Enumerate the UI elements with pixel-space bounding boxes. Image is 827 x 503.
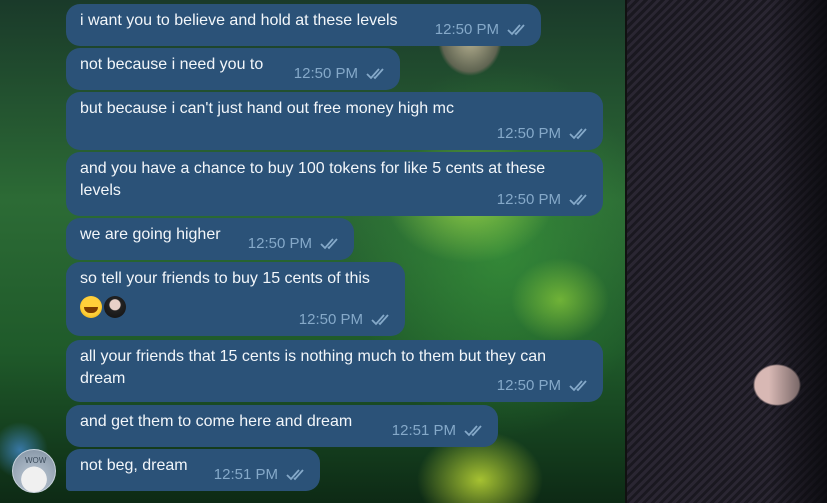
message-text: but because i can't just hand out free m…: [80, 100, 454, 117]
sender-avatar[interactable]: WOW: [12, 449, 56, 493]
message-bubble[interactable]: all your friends that 15 cents is nothin…: [66, 340, 603, 402]
message-bubble[interactable]: so tell your friends to buy 15 cents of …: [66, 262, 405, 336]
message-bubble[interactable]: and you have a chance to buy 100 tokens …: [66, 152, 603, 216]
message-meta: 12:50 PM: [299, 309, 393, 331]
message-bubble[interactable]: not beg, dream 12:51 PM: [66, 449, 320, 491]
message-meta: 12:50 PM: [497, 375, 591, 397]
message-meta: 12:51 PM: [214, 464, 308, 486]
double-check-icon: [366, 68, 384, 80]
message-meta: 12:50 PM: [497, 123, 591, 145]
message-bubble[interactable]: i want you to believe and hold at these …: [66, 4, 541, 46]
message-meta: 12:50 PM: [294, 63, 388, 85]
message-time: 12:51 PM: [391, 422, 456, 439]
message-time: 12:50 PM: [434, 21, 499, 38]
message-text: and get them to come here and dream: [80, 413, 353, 430]
double-check-icon: [371, 314, 389, 326]
crying-face-reaction-icon[interactable]: [80, 296, 102, 318]
double-check-icon: [320, 238, 338, 250]
message-time: 12:51 PM: [213, 466, 278, 483]
message-text: not beg, dream: [80, 457, 188, 474]
double-check-icon: [569, 380, 587, 392]
message-time: 12:50 PM: [247, 235, 312, 252]
reactor-avatar[interactable]: [104, 296, 126, 318]
message-text: so tell your friends to buy 15 cents of …: [80, 270, 370, 287]
double-check-icon: [464, 425, 482, 437]
double-check-icon: [286, 469, 304, 481]
avatar-label: WOW: [25, 456, 47, 465]
message-bubble[interactable]: not because i need you to 12:50 PM: [66, 48, 400, 90]
double-check-icon: [569, 128, 587, 140]
message-meta: 12:51 PM: [392, 420, 486, 442]
message-text: we are going higher: [80, 226, 221, 243]
message-text: i want you to believe and hold at these …: [80, 12, 398, 29]
message-bubble[interactable]: we are going higher 12:50 PM: [66, 218, 354, 260]
message-time: 12:50 PM: [496, 125, 561, 142]
message-bubble[interactable]: but because i can't just hand out free m…: [66, 92, 603, 150]
double-check-icon: [569, 194, 587, 206]
double-check-icon: [507, 24, 525, 36]
message-meta: 12:50 PM: [248, 233, 342, 255]
message-list[interactable]: i want you to believe and hold at these …: [0, 0, 827, 503]
message-time: 12:50 PM: [496, 377, 561, 394]
message-time: 12:50 PM: [293, 65, 358, 82]
message-meta: 12:50 PM: [435, 19, 529, 41]
message-text: not because i need you to: [80, 56, 264, 73]
message-bubble[interactable]: and get them to come here and dream 12:5…: [66, 405, 498, 447]
message-time: 12:50 PM: [298, 311, 363, 328]
message-meta: 12:50 PM: [497, 189, 591, 211]
message-time: 12:50 PM: [496, 191, 561, 208]
